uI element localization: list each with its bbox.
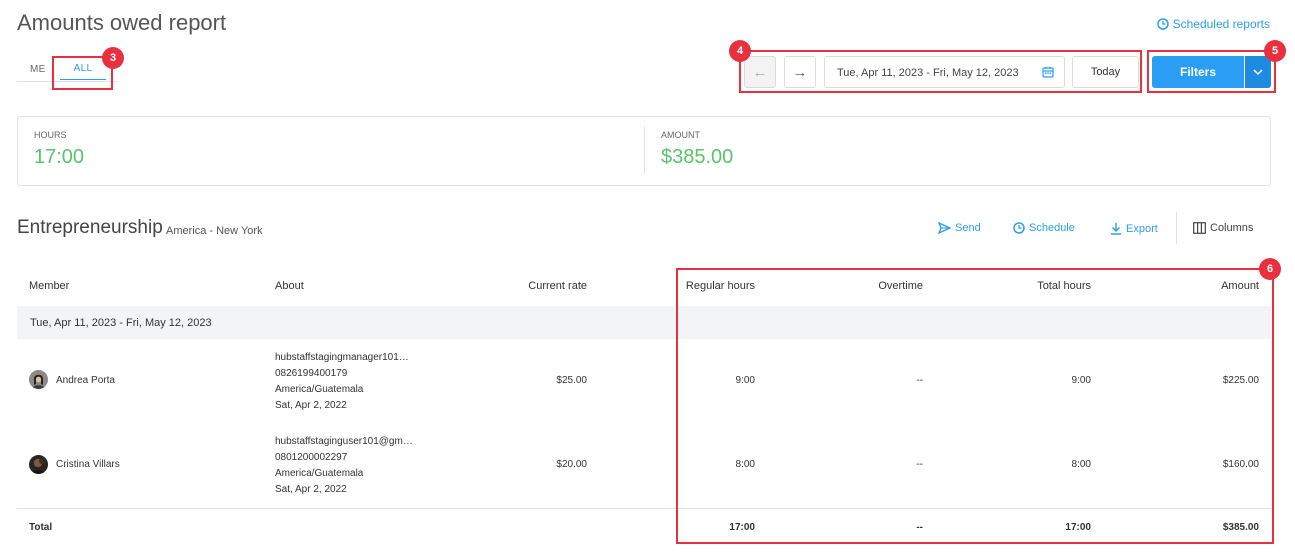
columns-icon <box>1193 222 1206 234</box>
header-member[interactable]: Member <box>29 280 69 292</box>
organization-name: Entrepreneurship <box>17 217 163 238</box>
annotation-badge: 5 <box>1264 40 1286 62</box>
clock-icon <box>1156 18 1169 30</box>
member-timezone: America/Guatemala <box>275 468 364 479</box>
page-title: Amounts owed report <box>17 10 227 35</box>
hours-value: 17:00 <box>34 146 85 168</box>
export-label: Export <box>1126 222 1158 235</box>
member-date: Sat, Apr 2, 2022 <box>275 400 347 411</box>
send-button[interactable]: Send <box>938 222 981 234</box>
totals-label: Total <box>29 522 53 533</box>
member-id: 0826199400179 <box>275 368 348 379</box>
cell-current-rate: $25.00 <box>556 375 587 386</box>
amount-label: AMOUNT <box>661 130 700 140</box>
member-name[interactable]: Andrea Porta <box>56 375 115 386</box>
annotation-box-hours-columns <box>676 268 1274 544</box>
member-id: 0801200002297 <box>275 452 348 463</box>
columns-button[interactable]: Columns <box>1193 222 1253 234</box>
scheduled-reports-label: Scheduled reports <box>1172 17 1270 31</box>
schedule-label: Schedule <box>1029 222 1075 234</box>
member-about: hubstaffstaginguser101@gm… 0801200002297… <box>275 434 413 498</box>
summary-divider <box>644 126 645 174</box>
cell-current-rate: $20.00 <box>556 459 587 470</box>
date-group-label: Tue, Apr 11, 2023 - Fri, May 12, 2023 <box>30 317 212 329</box>
member-email: hubstaffstagingmanager101… <box>275 352 409 363</box>
member-email: hubstaffstaginguser101@gm… <box>275 436 413 447</box>
tab-me[interactable]: ME <box>30 64 46 75</box>
send-icon <box>938 222 951 234</box>
member-about: hubstaffstagingmanager101… 0826199400179… <box>275 350 409 414</box>
annotation-badge: 3 <box>102 47 124 69</box>
avatar <box>29 370 48 389</box>
send-label: Send <box>955 222 981 234</box>
annotation-badge: 6 <box>1259 258 1281 280</box>
columns-label: Columns <box>1210 222 1254 234</box>
amount-value: $385.00 <box>661 146 734 168</box>
annotation-box-filters <box>1147 50 1276 93</box>
member-timezone: America/Guatemala <box>275 384 364 395</box>
toolbar-divider <box>1176 212 1177 244</box>
organization-timezone: America - New York <box>166 225 263 237</box>
member-date: Sat, Apr 2, 2022 <box>275 484 347 495</box>
avatar <box>29 455 48 474</box>
member-name[interactable]: Cristina Villars <box>56 459 120 470</box>
header-about: About <box>275 280 304 292</box>
export-button[interactable]: Export <box>1110 222 1158 235</box>
download-icon <box>1111 223 1121 235</box>
annotation-badge: 4 <box>729 40 751 62</box>
annotation-box-date-range <box>739 50 1142 93</box>
schedule-button[interactable]: Schedule <box>1013 222 1075 234</box>
clock-icon <box>1013 222 1025 234</box>
scheduled-reports-link[interactable]: Scheduled reports <box>1156 17 1270 31</box>
header-current-rate[interactable]: Current rate <box>487 280 587 292</box>
hours-label: HOURS <box>34 130 67 140</box>
